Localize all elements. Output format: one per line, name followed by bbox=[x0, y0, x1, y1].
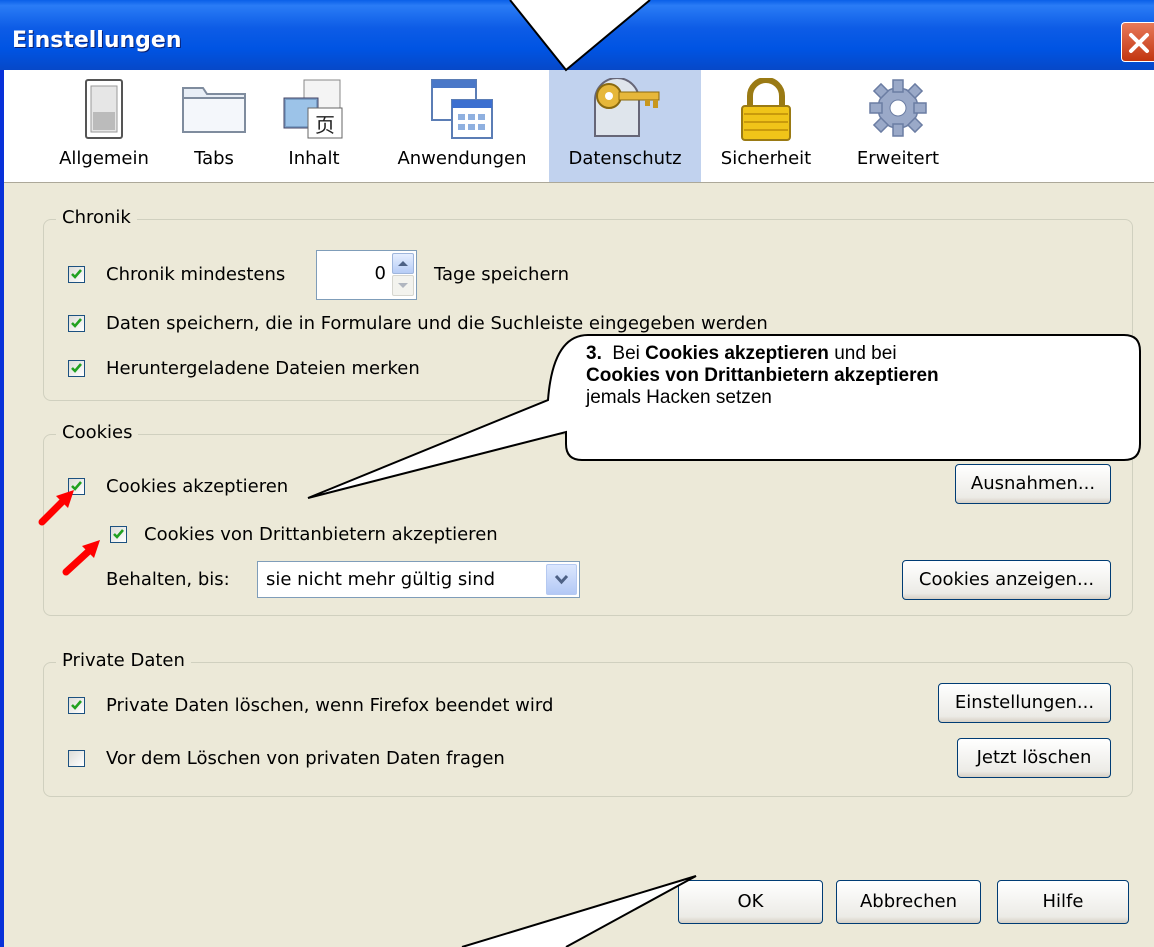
callout-text-1: Bei bbox=[612, 343, 640, 364]
callout-step: 3. bbox=[586, 343, 602, 364]
red-arrow-icon bbox=[62, 540, 100, 576]
callout-bold-2: Cookies von Drittanbietern akzeptieren bbox=[586, 365, 939, 386]
callout-text: 3. Bei Cookies akzeptieren und bei Cooki… bbox=[586, 343, 1126, 409]
callout-text-2: und bei bbox=[834, 343, 897, 364]
red-arrow-icon bbox=[38, 490, 74, 526]
annotation-layer bbox=[38, 0, 1141, 947]
callout-text-3: jemals Hacken setzen bbox=[586, 387, 772, 408]
callout-bold-1: Cookies akzeptieren bbox=[645, 343, 829, 364]
bottom-callout-pointer bbox=[461, 875, 697, 947]
top-callout-pointer bbox=[509, 0, 651, 72]
